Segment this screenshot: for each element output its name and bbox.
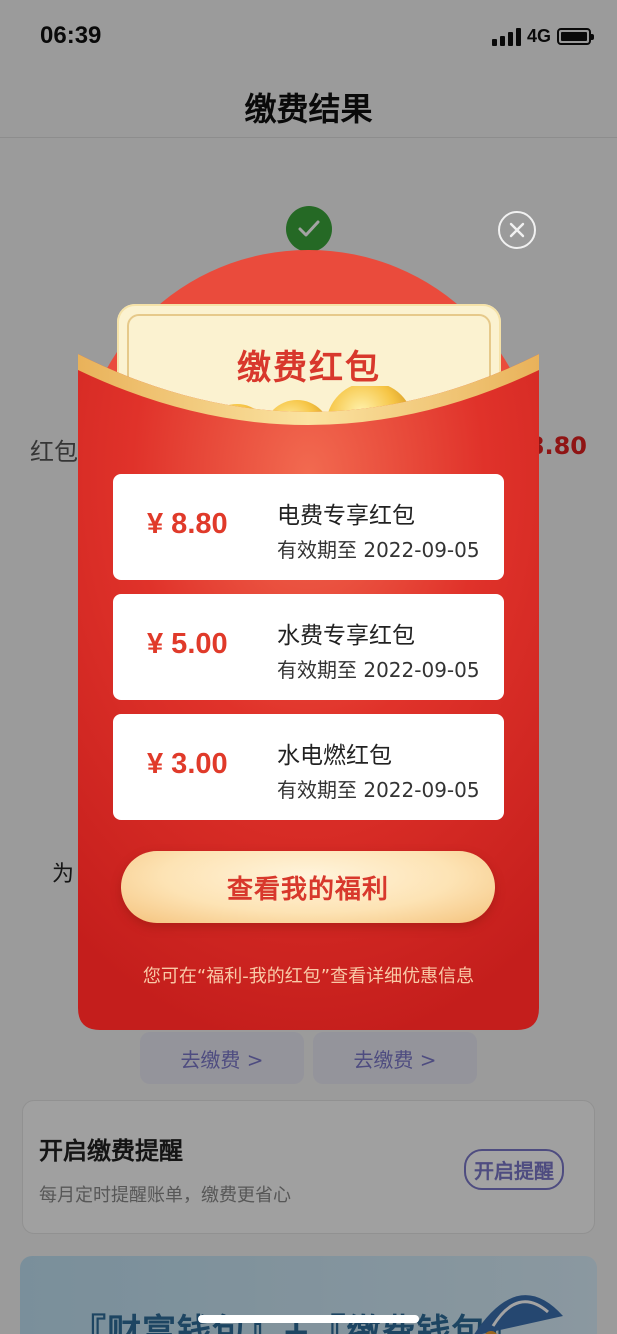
coupon-card[interactable]: ¥ 3.00 水电燃红包 有效期至 2022-09-05: [113, 714, 504, 820]
coupon-card[interactable]: ¥ 8.80 电费专享红包 有效期至 2022-09-05: [113, 474, 504, 580]
coupon-name: 水费专享红包: [277, 623, 415, 649]
view-my-benefits-button[interactable]: 查看我的福利: [121, 851, 495, 923]
coupon-name: 电费专享红包: [277, 503, 415, 529]
coupon-amount: ¥ 8.80: [147, 508, 228, 540]
coupon-name: 水电燃红包: [277, 743, 392, 769]
coupon-expiry: 有效期至 2022-09-05: [277, 538, 480, 562]
coupon-card[interactable]: ¥ 5.00 水费专享红包 有效期至 2022-09-05: [113, 594, 504, 700]
coupon-expiry: 有效期至 2022-09-05: [277, 778, 480, 802]
coupon-amount: ¥ 3.00: [147, 748, 228, 780]
close-icon[interactable]: [498, 211, 536, 249]
home-indicator[interactable]: [198, 1315, 419, 1323]
coupon-amount: ¥ 5.00: [147, 628, 228, 660]
coupon-expiry: 有效期至 2022-09-05: [277, 658, 480, 682]
popup-hint: 您可在“福利-我的红包”查看详细优惠信息: [142, 966, 475, 987]
